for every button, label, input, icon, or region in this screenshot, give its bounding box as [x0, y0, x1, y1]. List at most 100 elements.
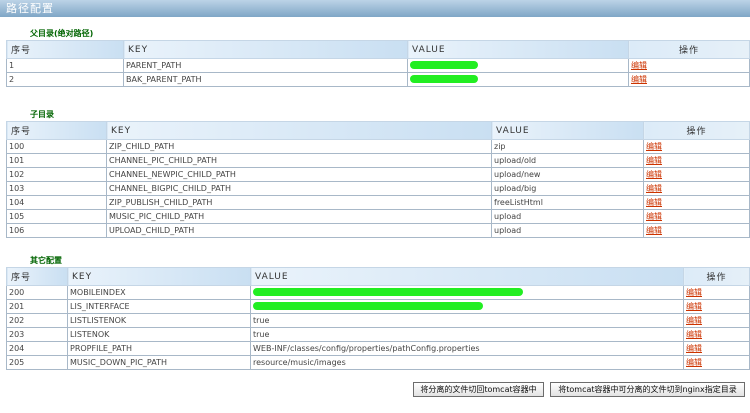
row-key: BAK_PARENT_PATH: [123, 72, 408, 87]
row-value: resource/music/images: [250, 355, 684, 370]
row-value: freeListHtml: [491, 195, 644, 210]
row-seq: 104: [6, 195, 107, 210]
column-header-key: KEY: [123, 40, 408, 59]
table-row: 103 CHANNEL_BIGPIC_CHILD_PATH upload/big 编辑: [6, 181, 750, 196]
table-row: 105 MUSIC_PIC_CHILD_PATH upload 编辑: [6, 209, 750, 224]
table-row: 101 CHANNEL_PIC_CHILD_PATH upload/old 编辑: [6, 153, 750, 168]
column-header-key: KEY: [106, 121, 492, 140]
edit-link[interactable]: 编辑: [646, 212, 662, 221]
edit-link[interactable]: 编辑: [686, 316, 702, 325]
row-op: 编辑: [683, 299, 750, 314]
row-key: ZIP_CHILD_PATH: [106, 139, 492, 154]
row-value: zip: [491, 139, 644, 154]
edit-link[interactable]: 编辑: [646, 226, 662, 235]
edit-link[interactable]: 编辑: [646, 198, 662, 207]
other-config-table: 序号 KEY VALUE 操作 200 MOBILEINDEX 编辑 201 LIS_I…: [6, 267, 750, 370]
row-key: CHANNEL_NEWPIC_CHILD_PATH: [106, 167, 492, 182]
column-header-seq: 序号: [6, 121, 107, 140]
row-seq: 205: [6, 355, 68, 370]
edit-link[interactable]: 编辑: [631, 75, 647, 84]
row-seq: 200: [6, 285, 68, 300]
column-header-seq: 序号: [6, 267, 68, 286]
row-seq: 201: [6, 299, 68, 314]
row-key: PARENT_PATH: [123, 58, 408, 73]
row-key: ZIP_PUBLISH_CHILD_PATH: [106, 195, 492, 210]
row-seq: 102: [6, 167, 107, 182]
row-key: CHANNEL_BIGPIC_CHILD_PATH: [106, 181, 492, 196]
parent-dir-table: 序号 KEY VALUE 操作 1 PARENT_PATH 编辑 2 BAK_PAREN…: [6, 40, 750, 87]
row-op: 编辑: [683, 313, 750, 328]
row-op: 编辑: [643, 195, 750, 210]
row-op: 编辑: [643, 153, 750, 168]
row-value: [407, 58, 629, 73]
row-op: 编辑: [628, 58, 750, 73]
table-row: 100 ZIP_CHILD_PATH zip 编辑: [6, 139, 750, 154]
table-row: 201 LIS_INTERFACE 编辑: [6, 299, 750, 314]
row-key: MOBILEINDEX: [67, 285, 251, 300]
row-op: 编辑: [643, 209, 750, 224]
row-value: upload/new: [491, 167, 644, 182]
column-header-value: VALUE: [407, 40, 629, 59]
row-op: 编辑: [683, 355, 750, 370]
column-header-value: VALUE: [491, 121, 644, 140]
row-op: 编辑: [643, 167, 750, 182]
table-row: 202 LISTLISTENOK true 编辑: [6, 313, 750, 328]
row-key: LIS_INTERFACE: [67, 299, 251, 314]
row-seq: 1: [6, 58, 124, 73]
table-row: 2 BAK_PARENT_PATH 编辑: [6, 72, 750, 87]
row-value: [250, 285, 684, 300]
table-row: 106 UPLOAD_CHILD_PATH upload 编辑: [6, 223, 750, 238]
edit-link[interactable]: 编辑: [686, 288, 702, 297]
row-key: PROPFILE_PATH: [67, 341, 251, 356]
row-op: 编辑: [628, 72, 750, 87]
table-row: 203 LISTENOK true 编辑: [6, 327, 750, 342]
edit-link[interactable]: 编辑: [686, 330, 702, 339]
column-header-key: KEY: [67, 267, 251, 286]
row-seq: 101: [6, 153, 107, 168]
row-value: upload: [491, 223, 644, 238]
table-row: 200 MOBILEINDEX 编辑: [6, 285, 750, 300]
section-title-child: 子目录: [30, 110, 54, 119]
row-key: UPLOAD_CHILD_PATH: [106, 223, 492, 238]
row-op: 编辑: [643, 139, 750, 154]
row-seq: 105: [6, 209, 107, 224]
edit-link[interactable]: 编辑: [631, 61, 647, 70]
table-row: 204 PROPFILE_PATH WEB-INF/classes/config/p…: [6, 341, 750, 356]
row-value: upload/big: [491, 181, 644, 196]
redacted-value: [410, 75, 478, 83]
table-row: 205 MUSIC_DOWN_PIC_PATH resource/music/ima…: [6, 355, 750, 370]
edit-link[interactable]: 编辑: [646, 142, 662, 151]
row-op: 编辑: [683, 327, 750, 342]
row-seq: 103: [6, 181, 107, 196]
row-key: CHANNEL_PIC_CHILD_PATH: [106, 153, 492, 168]
edit-link[interactable]: 编辑: [686, 344, 702, 353]
row-value: upload/old: [491, 153, 644, 168]
move-back-to-tomcat-button[interactable]: 将分离的文件切回tomcat容器中: [413, 382, 544, 397]
row-op: 编辑: [683, 285, 750, 300]
edit-link[interactable]: 编辑: [686, 302, 702, 311]
row-seq: 2: [6, 72, 124, 87]
column-header-seq: 序号: [6, 40, 124, 59]
edit-link[interactable]: 编辑: [646, 156, 662, 165]
table-row: 102 CHANNEL_NEWPIC_CHILD_PATH upload/new 编辑: [6, 167, 750, 182]
row-op: 编辑: [683, 341, 750, 356]
section-title-parent: 父目录(绝对路径): [30, 29, 94, 38]
section-title-other: 其它配置: [30, 256, 62, 265]
move-to-nginx-button[interactable]: 将tomcat容器中可分离的文件切到nginx指定目录: [550, 382, 745, 397]
row-op: 编辑: [643, 223, 750, 238]
row-value: true: [250, 313, 684, 328]
column-header-value: VALUE: [250, 267, 684, 286]
column-header-op: 操作: [683, 267, 750, 286]
row-value: upload: [491, 209, 644, 224]
row-value: [250, 299, 684, 314]
edit-link[interactable]: 编辑: [686, 358, 702, 367]
row-seq: 203: [6, 327, 68, 342]
edit-link[interactable]: 编辑: [646, 170, 662, 179]
redacted-value: [253, 302, 483, 310]
row-value: WEB-INF/classes/config/properties/pathCo…: [250, 341, 684, 356]
row-key: LISTENOK: [67, 327, 251, 342]
column-header-op: 操作: [628, 40, 750, 59]
table-row: 1 PARENT_PATH 编辑: [6, 58, 750, 73]
child-dir-table: 序号 KEY VALUE 操作 100 ZIP_CHILD_PATH zip 编辑 10…: [6, 121, 750, 238]
edit-link[interactable]: 编辑: [646, 184, 662, 193]
